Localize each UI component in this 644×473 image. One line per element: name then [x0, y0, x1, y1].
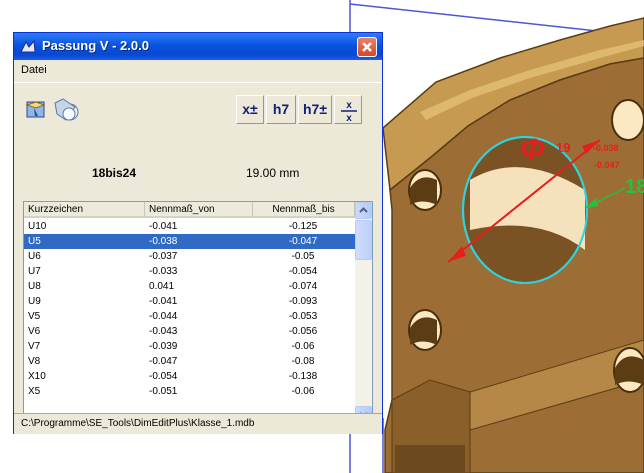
cell-nennmass-von: -0.038: [149, 236, 178, 247]
close-button[interactable]: [357, 37, 377, 57]
x-plusminus-label: x±: [242, 101, 258, 117]
cell-kurzzeichen: V8: [28, 356, 41, 367]
scroll-up-button[interactable]: [355, 202, 372, 219]
passung-dialog: Passung V - 2.0.0 Datei x± h7 h7± x x 18…: [13, 32, 383, 434]
open-database-icon: [25, 101, 46, 118]
tolerance-table[interactable]: Kurzzeichen Nennmaß_von Nennmaß_bis U10 -…: [23, 201, 373, 424]
cylinder-part-icon: [54, 98, 79, 121]
cell-nennmass-von: -0.033: [149, 266, 178, 277]
column-nennmass-von[interactable]: Nennmaß_von: [145, 202, 253, 218]
cell-nennmass-von: -0.041: [149, 296, 178, 307]
cell-nennmass-von: -0.051: [149, 386, 178, 397]
cell-kurzzeichen: U8: [28, 281, 41, 292]
column-kurzzeichen[interactable]: Kurzzeichen: [24, 202, 145, 218]
table-row[interactable]: U9 -0.041 -0.093: [24, 294, 355, 309]
svg-text:x: x: [346, 100, 352, 111]
table-row[interactable]: V6 -0.043 -0.056: [24, 324, 355, 339]
database-path: C:\Programme\SE_Tools\DimEditPlus\Klasse…: [21, 418, 255, 429]
close-icon: [362, 42, 372, 52]
cell-nennmass-bis: -0.093: [288, 296, 318, 307]
diameter-symbol: Φ: [520, 133, 545, 166]
app-icon: [20, 40, 36, 53]
title-bar[interactable]: Passung V - 2.0.0: [14, 33, 382, 60]
cad-part[interactable]: [382, 17, 644, 473]
column-nennmass-bis[interactable]: Nennmaß_bis: [253, 202, 355, 218]
cell-nennmass-von: -0.047: [149, 356, 178, 367]
cell-nennmass-bis: -0.138: [288, 371, 318, 382]
cell-nennmass-bis: -0.05: [291, 251, 315, 262]
x-plusminus-button[interactable]: x±: [236, 95, 264, 124]
cell-kurzzeichen: U5: [28, 236, 41, 247]
svg-text:x: x: [346, 113, 352, 124]
table-row[interactable]: X10 -0.054 -0.138: [24, 369, 355, 384]
nominal-size-label: 19.00 mm: [246, 166, 300, 180]
table-row[interactable]: V5 -0.044 -0.053: [24, 309, 355, 324]
cell-nennmass-bis: -0.053: [288, 311, 318, 322]
table-row[interactable]: X5 -0.051 -0.06: [24, 384, 355, 399]
cell-kurzzeichen: X10: [28, 371, 46, 382]
cell-nennmass-bis: -0.06: [291, 341, 315, 352]
scroll-thumb[interactable]: [355, 220, 372, 260]
cell-nennmass-von: -0.041: [149, 221, 178, 232]
cell-nennmass-bis: -0.054: [288, 266, 318, 277]
table-row[interactable]: U7 -0.033 -0.054: [24, 264, 355, 279]
cell-kurzzeichen: U6: [28, 251, 41, 262]
open-db-button[interactable]: [23, 95, 49, 124]
table-row[interactable]: V7 -0.039 -0.06: [24, 339, 355, 354]
cell-kurzzeichen: V6: [28, 326, 41, 337]
cell-nennmass-von: -0.054: [149, 371, 178, 382]
cell-nennmass-bis: -0.074: [288, 281, 318, 292]
status-bar: C:\Programme\SE_Tools\DimEditPlus\Klasse…: [14, 413, 382, 434]
menu-bar: Datei: [14, 60, 382, 83]
cell-kurzzeichen: U10: [28, 221, 47, 232]
part-button[interactable]: [51, 95, 81, 124]
table-row[interactable]: U10 -0.041 -0.125: [24, 219, 355, 234]
cell-nennmass-von: 0.041: [149, 281, 175, 292]
size-range-label: 18bis24: [92, 166, 137, 180]
cell-nennmass-von: -0.037: [149, 251, 178, 262]
h7-plusminus-label: h7±: [302, 101, 328, 117]
cell-nennmass-von: -0.039: [149, 341, 178, 352]
cell-kurzzeichen: U9: [28, 296, 41, 307]
table-row[interactable]: U8 0.041 -0.074: [24, 279, 355, 294]
cell-nennmass-bis: -0.125: [288, 221, 318, 232]
side-dimension-label: 18: [625, 176, 644, 198]
cell-nennmass-bis: -0.047: [288, 236, 318, 247]
window-title: Passung V - 2.0.0: [42, 38, 149, 53]
table-row[interactable]: V8 -0.047 -0.08: [24, 354, 355, 369]
cell-kurzzeichen: V5: [28, 311, 41, 322]
table-row[interactable]: U6 -0.037 -0.05: [24, 249, 355, 264]
table-header: Kurzzeichen Nennmaß_von Nennmaß_bis: [24, 202, 355, 219]
fraction-icon: x x: [341, 100, 357, 124]
vertical-scrollbar[interactable]: [355, 202, 372, 423]
cell-nennmass-von: -0.044: [149, 311, 178, 322]
h7-button[interactable]: h7: [266, 95, 296, 124]
table-row[interactable]: U5 -0.038 -0.047: [24, 234, 355, 249]
menu-datei[interactable]: Datei: [21, 64, 47, 76]
cell-nennmass-bis: -0.06: [291, 386, 315, 397]
fraction-button[interactable]: x x: [334, 95, 362, 124]
cell-nennmass-von: -0.043: [149, 326, 178, 337]
cell-nennmass-bis: -0.08: [291, 356, 315, 367]
tolerance-upper: -0.038: [593, 143, 619, 153]
dimension-value[interactable]: 19: [556, 140, 570, 155]
h7-label: h7: [272, 101, 290, 117]
cell-kurzzeichen: X5: [28, 386, 41, 397]
chevron-up-icon: [359, 207, 368, 213]
tolerance-lower: -0.047: [594, 160, 620, 170]
cell-kurzzeichen: U7: [28, 266, 41, 277]
h7-plusminus-button[interactable]: h7±: [298, 95, 332, 124]
cell-nennmass-bis: -0.056: [288, 326, 318, 337]
cell-kurzzeichen: V7: [28, 341, 41, 352]
